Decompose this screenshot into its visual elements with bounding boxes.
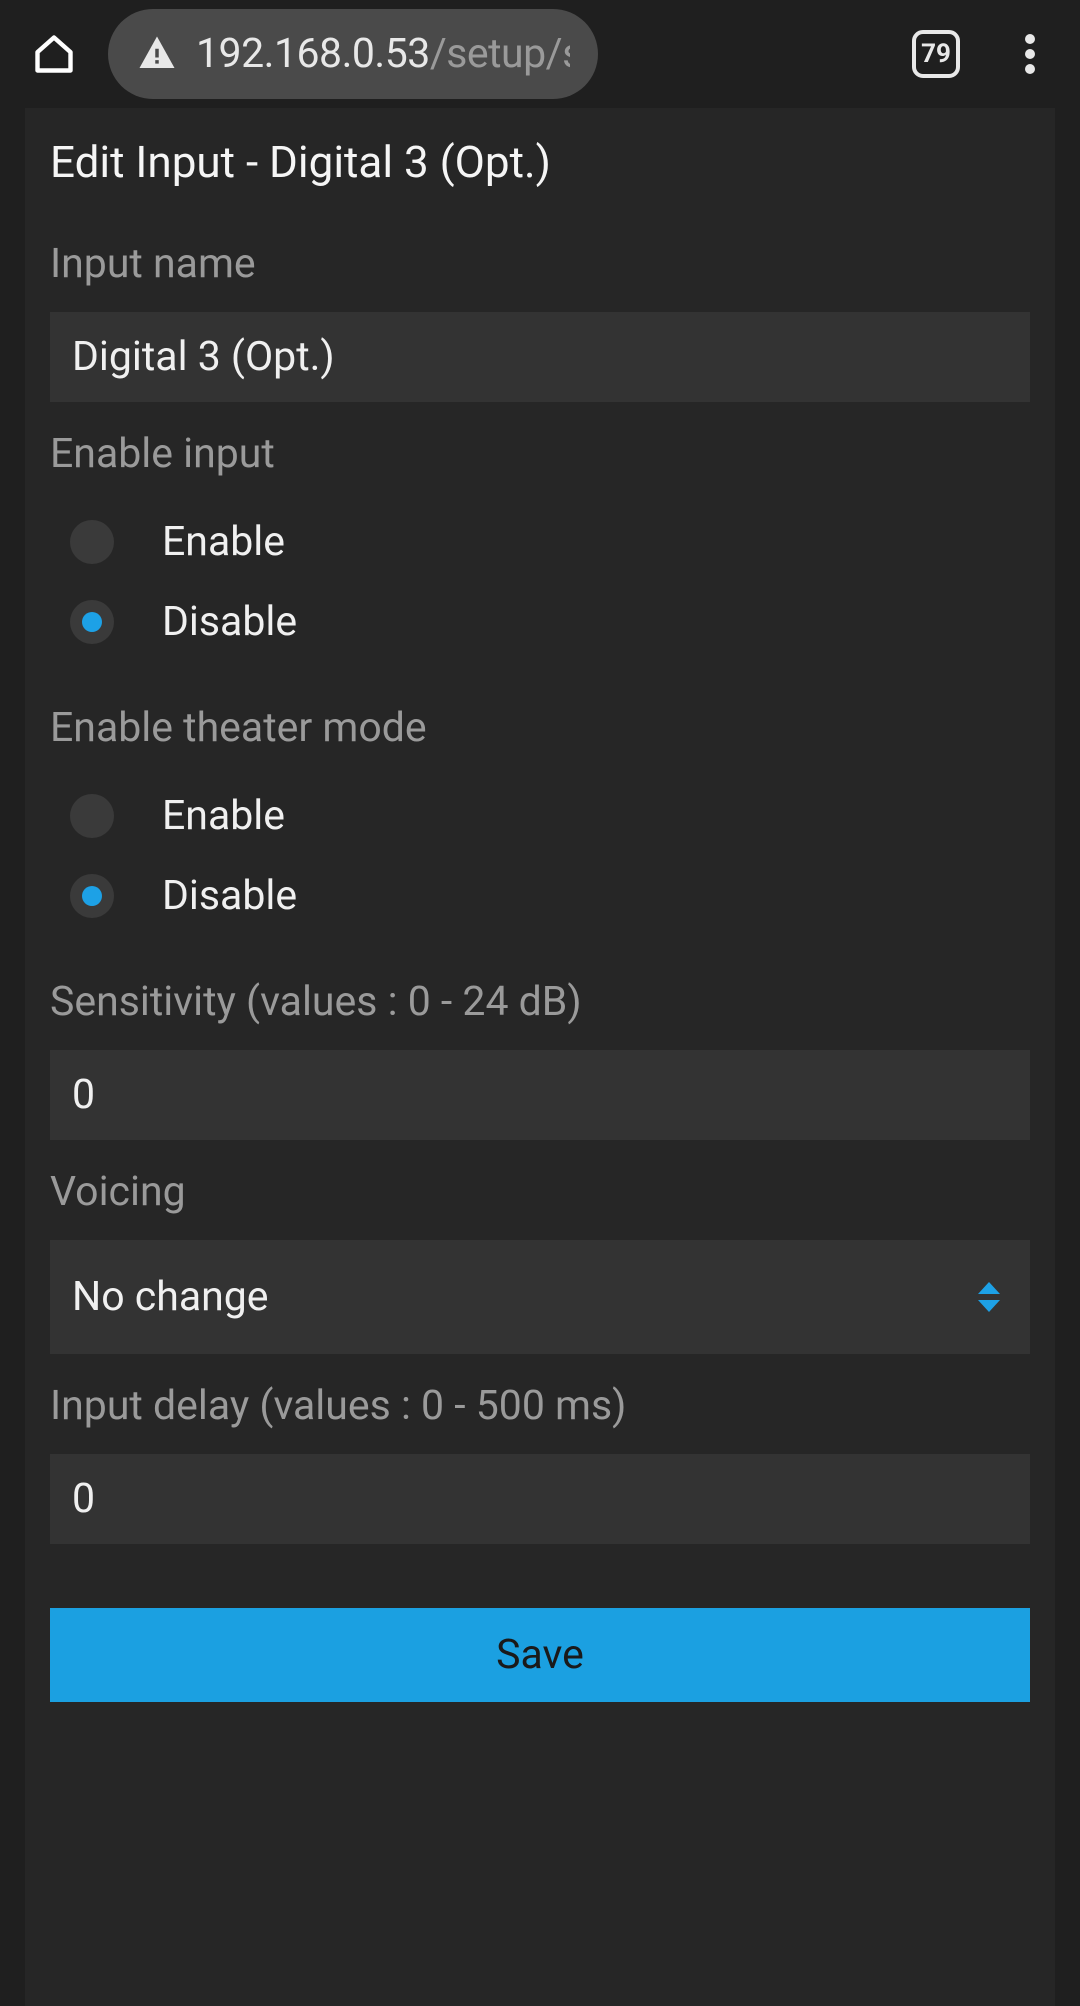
theater-mode-enable-option[interactable]: Enable bbox=[50, 776, 1030, 856]
warning-icon bbox=[136, 33, 178, 75]
radio-icon bbox=[70, 794, 114, 838]
page-content: Edit Input - Digital 3 (Opt.) Input name… bbox=[25, 108, 1055, 2006]
url-path: /setup/sou bbox=[430, 30, 570, 78]
dots-vertical-icon bbox=[1025, 34, 1035, 74]
voicing-label: Voicing bbox=[50, 1168, 1030, 1216]
tab-count-button[interactable]: 79 bbox=[912, 30, 960, 78]
save-button[interactable]: Save bbox=[50, 1608, 1030, 1702]
browser-toolbar: 192.168.0.53/setup/sou 79 bbox=[0, 0, 1080, 108]
input-delay-field[interactable] bbox=[50, 1454, 1030, 1544]
home-button[interactable] bbox=[20, 20, 88, 88]
radio-label: Disable bbox=[162, 872, 297, 920]
tab-count-value: 79 bbox=[921, 39, 951, 69]
radio-label: Enable bbox=[162, 792, 285, 840]
url-text: 192.168.0.53/setup/sou bbox=[196, 30, 570, 78]
input-name-field[interactable] bbox=[50, 312, 1030, 402]
radio-label: Enable bbox=[162, 518, 285, 566]
enable-input-disable-option[interactable]: Disable bbox=[50, 582, 1030, 662]
url-host: 192.168.0.53 bbox=[196, 30, 430, 78]
voicing-select[interactable]: No change bbox=[50, 1240, 1030, 1354]
home-icon bbox=[32, 32, 76, 76]
theater-mode-label: Enable theater mode bbox=[50, 704, 1030, 752]
menu-button[interactable] bbox=[1000, 24, 1060, 84]
radio-icon bbox=[70, 874, 114, 918]
theater-mode-disable-option[interactable]: Disable bbox=[50, 856, 1030, 936]
input-name-label: Input name bbox=[50, 240, 1030, 288]
voicing-value: No change bbox=[72, 1273, 269, 1321]
input-delay-label: Input delay (values : 0 - 500 ms) bbox=[50, 1382, 1030, 1430]
sensitivity-field[interactable] bbox=[50, 1050, 1030, 1140]
radio-label: Disable bbox=[162, 598, 297, 646]
enable-input-enable-option[interactable]: Enable bbox=[50, 502, 1030, 582]
radio-icon bbox=[70, 520, 114, 564]
select-arrows-icon bbox=[978, 1282, 1000, 1312]
enable-input-label: Enable input bbox=[50, 430, 1030, 478]
page-title: Edit Input - Digital 3 (Opt.) bbox=[50, 136, 1030, 188]
url-bar[interactable]: 192.168.0.53/setup/sou bbox=[108, 9, 598, 99]
radio-icon bbox=[70, 600, 114, 644]
sensitivity-label: Sensitivity (values : 0 - 24 dB) bbox=[50, 978, 1030, 1026]
